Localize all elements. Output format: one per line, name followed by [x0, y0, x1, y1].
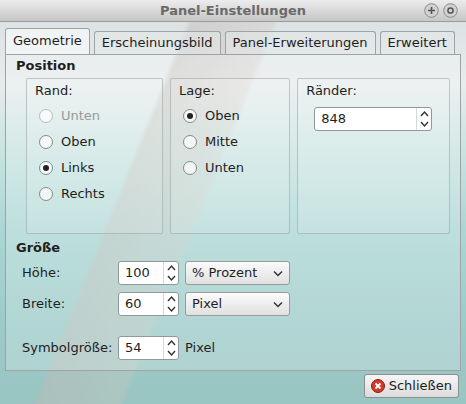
unit-label: Pixel — [185, 338, 215, 358]
radio-button — [39, 109, 53, 123]
radio-button[interactable] — [183, 135, 197, 149]
window-title: Panel-Einstellungen — [48, 0, 418, 21]
margin-spinbox[interactable]: 848 — [314, 107, 432, 131]
tab[interactable]: Geometrie — [5, 28, 90, 54]
alignment-frame: Lage: Oben Mitte Unten — [170, 78, 290, 234]
radio-button[interactable] — [39, 161, 53, 175]
row-label: Breite: — [22, 294, 118, 314]
tab-label[interactable]: Erweitert — [388, 35, 447, 50]
radio-button[interactable] — [39, 187, 53, 201]
tab-label[interactable]: Erscheinungsbild — [102, 35, 213, 50]
section-heading: Größe — [16, 240, 450, 256]
size-row: Symbolgröße:54 Pixel — [22, 335, 450, 361]
radio-label[interactable]: Unten — [205, 158, 244, 178]
row-label: Symbolgröße: — [22, 338, 118, 358]
chevron-down-icon — [273, 301, 283, 308]
radio-button[interactable] — [183, 109, 197, 123]
radio-option: Unten — [35, 103, 154, 129]
spin-arrows[interactable] — [416, 108, 431, 130]
window-controls — [418, 3, 466, 18]
arrow-down-icon — [167, 350, 176, 357]
arrow-up-icon — [420, 110, 429, 117]
dropdown-value[interactable]: Pixel — [192, 294, 222, 314]
radio-button[interactable] — [39, 135, 53, 149]
size-row: Breite:60 Pixel — [22, 291, 450, 317]
arrow-down-icon — [420, 121, 429, 128]
button-label[interactable]: Schließen — [389, 376, 452, 396]
unit-dropdown[interactable]: Pixel — [185, 292, 290, 316]
spin-value[interactable]: 848 — [315, 108, 416, 130]
frame-label: Ränder: — [306, 83, 441, 99]
dropdown-value[interactable]: % Prozent — [192, 263, 257, 283]
settings-window: Panel-Einstellungen Geometrie Erscheinungs… — [0, 0, 466, 404]
size-spinbox[interactable]: 100 — [118, 261, 179, 285]
margin-frame: Ränder: 848 — [297, 78, 450, 234]
chevron-down-icon — [273, 270, 283, 277]
spin-arrows[interactable] — [163, 293, 178, 315]
close-circle-icon — [371, 379, 385, 393]
radio-option[interactable]: Rechts — [35, 181, 154, 207]
close-window-button[interactable] — [443, 3, 458, 18]
radio-option[interactable]: Oben — [35, 129, 154, 155]
radio-label[interactable]: Links — [61, 158, 94, 178]
tab-bar: Geometrie Erscheinungsbild Panel-Erweiteru… — [5, 28, 461, 54]
position-frames: Rand: Unten Oben Links Rechts Lage: Oben Mitte U… — [26, 78, 450, 234]
button-row: Schließen — [5, 371, 461, 398]
arrow-down-icon — [167, 306, 176, 313]
row-label: Höhe: — [22, 263, 118, 283]
size-spinbox[interactable]: 54 — [118, 336, 179, 360]
unit-dropdown[interactable]: % Prozent — [185, 261, 290, 285]
window-body: Geometrie Erscheinungsbild Panel-Erweiteru… — [0, 22, 466, 404]
radio-option[interactable]: Mitte — [179, 129, 281, 155]
arrow-up-icon — [167, 264, 176, 271]
section-heading: Position — [16, 58, 450, 74]
close-button[interactable]: Schließen — [364, 374, 459, 398]
radio-button[interactable] — [183, 161, 197, 175]
radio-label[interactable]: Oben — [205, 106, 240, 126]
radio-option[interactable]: Oben — [179, 103, 281, 129]
title-bar: Panel-Einstellungen — [0, 0, 466, 22]
radio-label[interactable]: Mitte — [205, 132, 238, 152]
spin-value[interactable]: 100 — [119, 262, 163, 284]
maximize-button[interactable] — [424, 3, 439, 18]
close-icon — [443, 3, 458, 18]
frame-label: Rand: — [35, 83, 154, 99]
spin-arrows[interactable] — [163, 262, 178, 284]
radio-label[interactable]: Oben — [61, 132, 96, 152]
frame-label: Lage: — [179, 83, 281, 99]
margin-field-wrap: 848 — [306, 103, 441, 131]
tab[interactable]: Erweitert — [380, 31, 455, 54]
tab-label[interactable]: Geometrie — [13, 33, 82, 48]
tab[interactable]: Panel-Erweiterungen — [225, 31, 376, 54]
size-rows: Höhe:100% ProzentBreite:60PixelSymbolgrö… — [16, 260, 450, 361]
tab[interactable]: Erscheinungsbild — [94, 31, 221, 54]
tab-label[interactable]: Panel-Erweiterungen — [233, 35, 368, 50]
tab-panel: Position Rand: Unten Oben Links Rechts Lage: Ob… — [5, 54, 461, 371]
arrow-down-icon — [167, 275, 176, 282]
spin-value[interactable]: 60 — [119, 293, 163, 315]
maximize-icon — [424, 3, 439, 18]
radio-label[interactable]: Rechts — [61, 184, 105, 204]
size-row: Höhe:100 % Prozent — [22, 260, 450, 286]
edge-frame: Rand: Unten Oben Links Rechts — [26, 78, 163, 234]
arrow-up-icon — [167, 339, 176, 346]
spin-value[interactable]: 54 — [119, 337, 163, 359]
radio-option[interactable]: Unten — [179, 155, 281, 181]
arrow-up-icon — [167, 295, 176, 302]
radio-label: Unten — [61, 106, 100, 126]
spin-arrows[interactable] — [163, 337, 178, 359]
radio-option[interactable]: Links — [35, 155, 154, 181]
size-spinbox[interactable]: 60 — [118, 292, 179, 316]
